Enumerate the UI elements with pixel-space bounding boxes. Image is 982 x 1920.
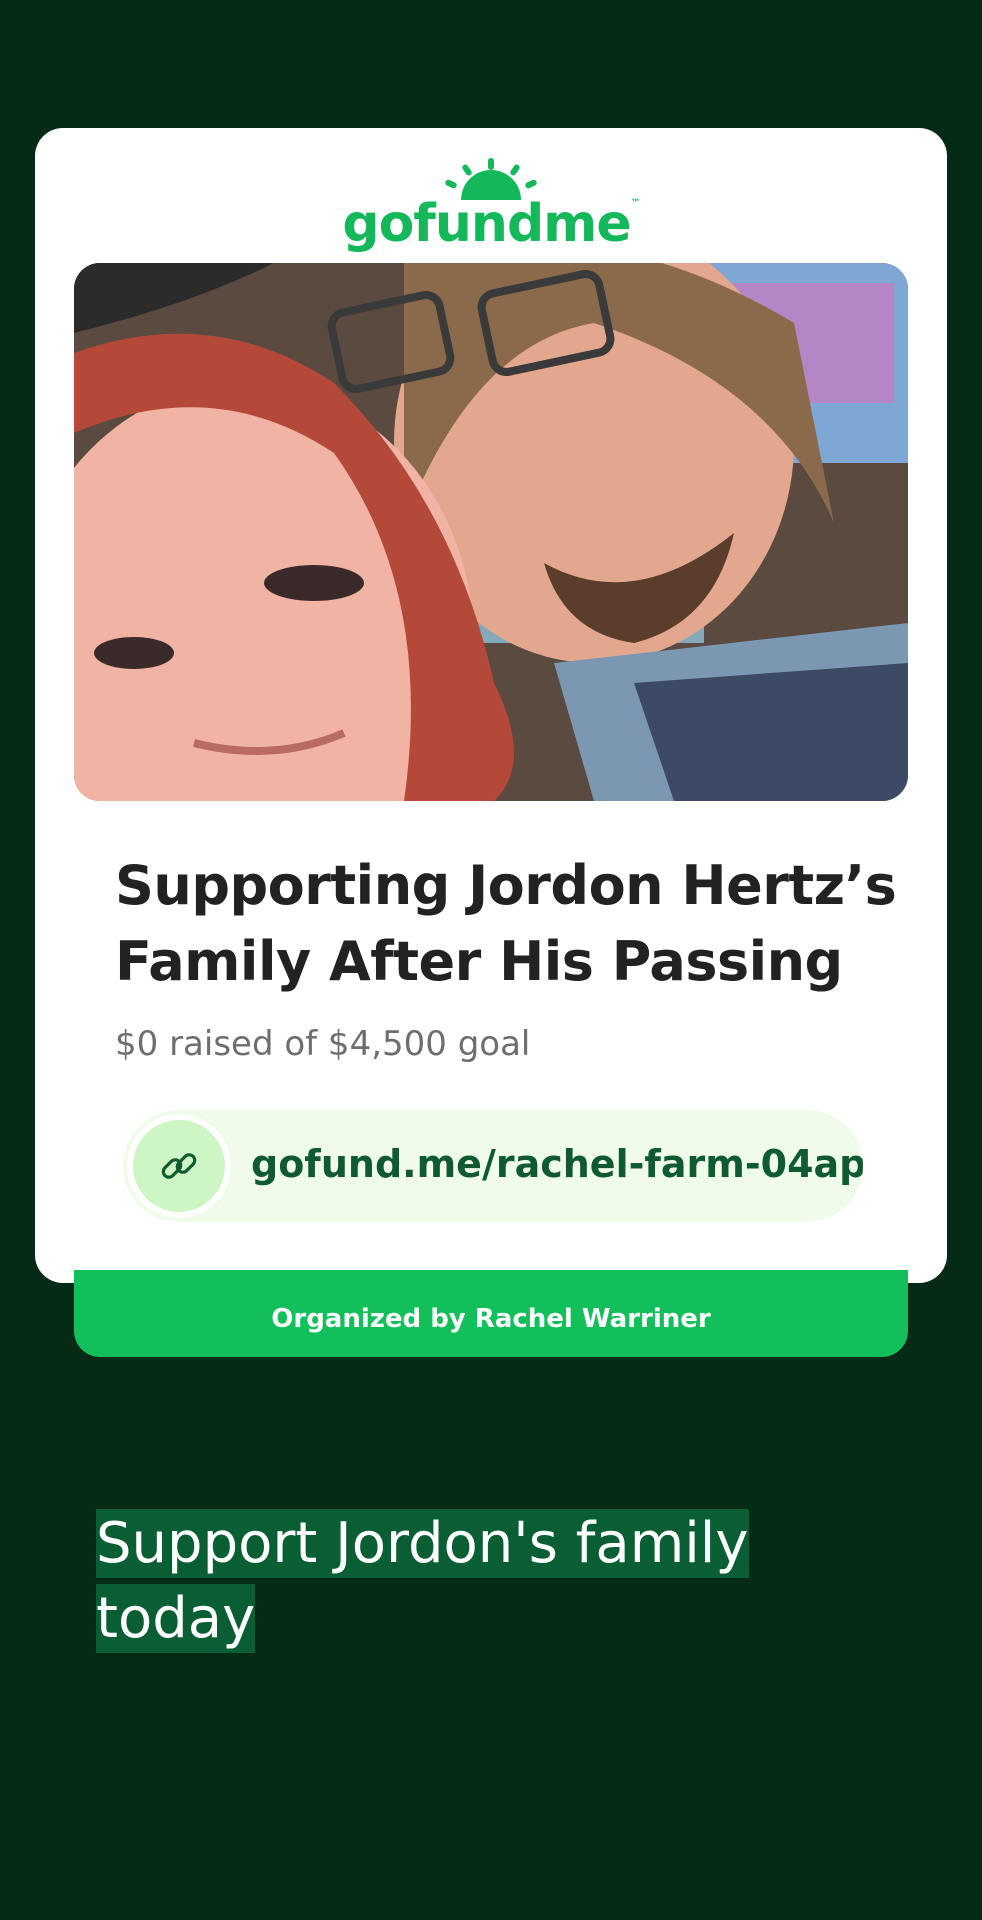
link-icon [161,1153,197,1179]
logo-wordmark: gofundme [342,194,631,254]
organizer-name: Organized by Rachel Warriner [271,1304,711,1334]
fundraiser-link[interactable]: gofund.me/rachel-farm-04apr [123,1110,863,1222]
couple-photo-icon [74,263,908,801]
caption-text: Support Jordon's family today [96,1509,749,1653]
gofundme-logo: gofundme™ [35,158,947,258]
raised-amount: $0 raised of $4,500 goal [115,1024,531,1064]
caption: Support Jordon's family today [96,1506,856,1656]
fundraiser-title: Supporting Jordon Hertz’s Family After H… [115,854,897,993]
logo-trademark: ™ [630,198,641,209]
fundraiser-link-text[interactable]: gofund.me/rachel-farm-04apr [251,1142,863,1186]
fundraiser-photo [74,263,908,801]
fundraiser-card[interactable]: gofundme™ Supporting Jordon Hertz’s Fami… [35,128,947,1283]
organizer-bar: Organized by Rachel Warriner [74,1270,908,1357]
link-icon-circle [133,1120,225,1212]
